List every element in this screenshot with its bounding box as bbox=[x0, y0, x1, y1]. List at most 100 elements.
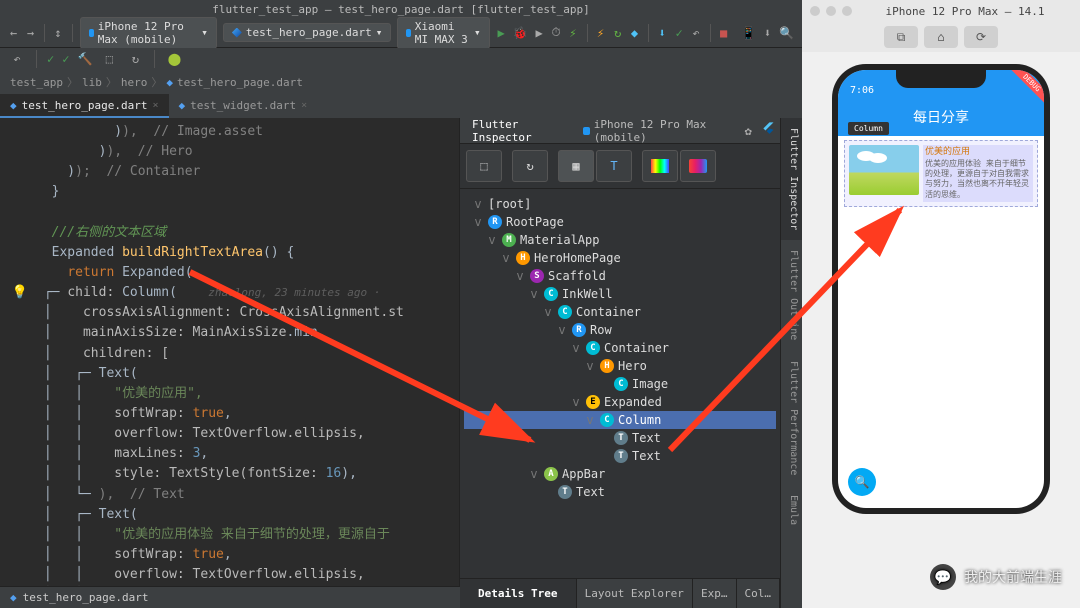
expand-button[interactable]: Exp… bbox=[693, 579, 737, 608]
card-text-area: 优美的应用 优美的应用体验 来自于细节的处理，更源自于对自我需求与努力，当然也离… bbox=[923, 145, 1033, 202]
breadcrumb: test_app〉 lib〉 hero〉 ◆ test_hero_page.da… bbox=[0, 70, 802, 94]
widget-type-icon: E bbox=[586, 395, 600, 409]
debug-icon[interactable]: 🐞 bbox=[513, 24, 528, 42]
close-tab-icon[interactable]: × bbox=[301, 100, 307, 111]
editor-tab-active[interactable]: ◆test_hero_page.dart× bbox=[0, 94, 169, 118]
check-icon[interactable]: ✓ bbox=[47, 52, 54, 66]
widget-type-icon: H bbox=[516, 251, 530, 265]
tree-node[interactable]: v[root] bbox=[464, 195, 776, 213]
traffic-light-close[interactable] bbox=[810, 6, 820, 16]
bottom-file-tab[interactable]: ◆ test_hero_page.dart bbox=[0, 586, 460, 608]
stop-icon[interactable]: ■ bbox=[718, 24, 729, 42]
collapse-button[interactable]: Col… bbox=[737, 579, 781, 608]
tree-node[interactable]: vCInkWell bbox=[464, 285, 776, 303]
home-button[interactable]: ⌂ bbox=[924, 26, 958, 48]
back2-icon[interactable]: ↶ bbox=[8, 50, 26, 68]
inspector-tabs: Flutter Inspector iPhone 12 Pro Max (mob… bbox=[460, 118, 780, 144]
tree-node[interactable]: TText bbox=[464, 483, 776, 501]
fab-search[interactable]: 🔍 bbox=[848, 468, 876, 496]
crumb-lib[interactable]: lib bbox=[82, 76, 102, 89]
hammer-icon[interactable]: 🔨 bbox=[77, 52, 92, 66]
tree-node-label: Text bbox=[632, 431, 661, 445]
crumb-root[interactable]: test_app bbox=[10, 76, 63, 89]
rotate-button[interactable]: ⟳ bbox=[964, 26, 998, 48]
git-icon[interactable]: ⬇ bbox=[657, 24, 668, 42]
rainbow-button[interactable] bbox=[642, 150, 678, 182]
search-icon[interactable]: 🔍 bbox=[779, 24, 794, 42]
baseline-button[interactable]: T bbox=[596, 150, 632, 182]
widget-type-icon: R bbox=[572, 323, 586, 337]
tree-node[interactable]: vHHero bbox=[464, 357, 776, 375]
editor-tabs: ◆test_hero_page.dart× ◆test_widget.dart× bbox=[0, 94, 802, 118]
device-frame: DEBUG 7:06 每日分享 Column 优美的应用 优美的应用体验 来自于… bbox=[832, 64, 1050, 514]
main-toolbar: ← → ↕ iPhone 12 Pro Max (mobile) ▾ test_… bbox=[0, 18, 802, 48]
device-dropdown[interactable]: iPhone 12 Pro Max (mobile) ▾ bbox=[80, 17, 217, 49]
avd-icon[interactable]: 📱 bbox=[741, 24, 756, 42]
editor-tab[interactable]: ◆test_widget.dart× bbox=[169, 94, 318, 118]
run-config-dropdown[interactable]: test_hero_page.dart ▾ bbox=[223, 23, 391, 42]
details-tree-tab[interactable]: Details Tree bbox=[460, 579, 577, 608]
widget-type-icon: C bbox=[544, 287, 558, 301]
tree-node[interactable]: vHHeroHomePage bbox=[464, 249, 776, 267]
tree-node[interactable]: vCContainer bbox=[464, 339, 776, 357]
android-icon[interactable]: ⬤ bbox=[165, 50, 183, 68]
inspector-bottom-tabs: Details Tree Layout Explorer Exp… Col… bbox=[460, 578, 780, 608]
check2-icon[interactable]: ✓ bbox=[62, 52, 69, 66]
tree-node[interactable]: vMMaterialApp bbox=[464, 231, 776, 249]
gear-icon[interactable]: ✿ bbox=[745, 124, 752, 138]
widget-type-icon: A bbox=[544, 467, 558, 481]
select-icon[interactable]: ⬚ bbox=[100, 50, 118, 68]
layout-explorer-tab[interactable]: Layout Explorer bbox=[577, 579, 694, 608]
sync-icon[interactable]: ↕ bbox=[53, 24, 64, 42]
coverage-icon[interactable]: ▶ bbox=[534, 24, 545, 42]
history-icon[interactable]: ↶ bbox=[691, 24, 702, 42]
list-card[interactable]: 优美的应用 优美的应用体验 来自于细节的处理，更源自于对自我需求与努力，当然也离… bbox=[844, 140, 1038, 207]
select-widget-button[interactable]: ⬚ bbox=[466, 150, 502, 182]
tree-node[interactable]: vSScaffold bbox=[464, 267, 776, 285]
crumb-file[interactable]: test_hero_page.dart bbox=[177, 76, 303, 89]
tree-node[interactable]: vRRow bbox=[464, 321, 776, 339]
code-editor[interactable]: )), // Image.asset )), // Hero )); // Co… bbox=[0, 118, 459, 608]
commit-icon[interactable]: ✓ bbox=[674, 24, 685, 42]
traffic-light-max[interactable] bbox=[842, 6, 852, 16]
back-icon[interactable]: ← bbox=[8, 24, 19, 42]
profile-icon[interactable]: ⏱ bbox=[551, 24, 562, 42]
target-dropdown[interactable]: Xiaomi MI MAX 3 ▾ bbox=[397, 17, 489, 49]
run-icon[interactable]: ▶ bbox=[496, 24, 507, 42]
tree-node[interactable]: vCContainer bbox=[464, 303, 776, 321]
tree-node[interactable]: CImage bbox=[464, 375, 776, 393]
forward-icon[interactable]: → bbox=[25, 24, 36, 42]
simulator-window: iPhone 12 Pro Max – 14.1 ⧉ ⌂ ⟳ DEBUG 7:0… bbox=[802, 0, 1080, 608]
debug-paint-button[interactable]: ▦ bbox=[558, 150, 594, 182]
refresh-icon[interactable]: ↻ bbox=[126, 50, 144, 68]
screenshot-button[interactable]: ⧉ bbox=[884, 26, 918, 48]
rail-performance[interactable]: Flutter Performance bbox=[781, 351, 802, 485]
tree-node[interactable]: vRRootPage bbox=[464, 213, 776, 231]
attach-icon[interactable]: ⚡ bbox=[568, 24, 579, 42]
refresh-tree-button[interactable]: ↻ bbox=[512, 150, 548, 182]
flutter-icon bbox=[232, 28, 242, 38]
rail-outline[interactable]: Flutter Outline bbox=[781, 240, 802, 350]
tree-node[interactable]: vEExpanded bbox=[464, 393, 776, 411]
debug-banner-button[interactable] bbox=[680, 150, 716, 182]
hot-restart-icon[interactable]: ↻ bbox=[612, 24, 623, 42]
hot-reload-icon[interactable]: ⚡ bbox=[595, 24, 606, 42]
rail-emulator[interactable]: Emula bbox=[781, 485, 802, 535]
tree-node-label: Expanded bbox=[604, 395, 662, 409]
tree-node[interactable]: vCColumn bbox=[464, 411, 776, 429]
device-screen[interactable]: DEBUG 7:06 每日分享 Column 优美的应用 优美的应用体验 来自于… bbox=[838, 70, 1044, 508]
tree-node[interactable]: TText bbox=[464, 447, 776, 465]
tree-node[interactable]: vAAppBar bbox=[464, 465, 776, 483]
widget-tree[interactable]: v[root]vRRootPagevMMaterialAppvHHeroHome… bbox=[460, 189, 780, 578]
sdk-icon[interactable]: ⬇ bbox=[762, 24, 773, 42]
traffic-light-min[interactable] bbox=[826, 6, 836, 16]
inspector-panel: Flutter Inspector iPhone 12 Pro Max (mob… bbox=[459, 118, 802, 608]
widget-type-icon: M bbox=[502, 233, 516, 247]
crumb-hero[interactable]: hero bbox=[121, 76, 148, 89]
rail-inspector[interactable]: Flutter Inspector bbox=[781, 118, 802, 240]
widget-type-icon: C bbox=[614, 377, 628, 391]
appbar-title: 每日分享 bbox=[913, 107, 969, 127]
tree-node[interactable]: TText bbox=[464, 429, 776, 447]
devtools-icon[interactable]: ◆ bbox=[629, 24, 640, 42]
close-tab-icon[interactable]: × bbox=[152, 100, 158, 111]
